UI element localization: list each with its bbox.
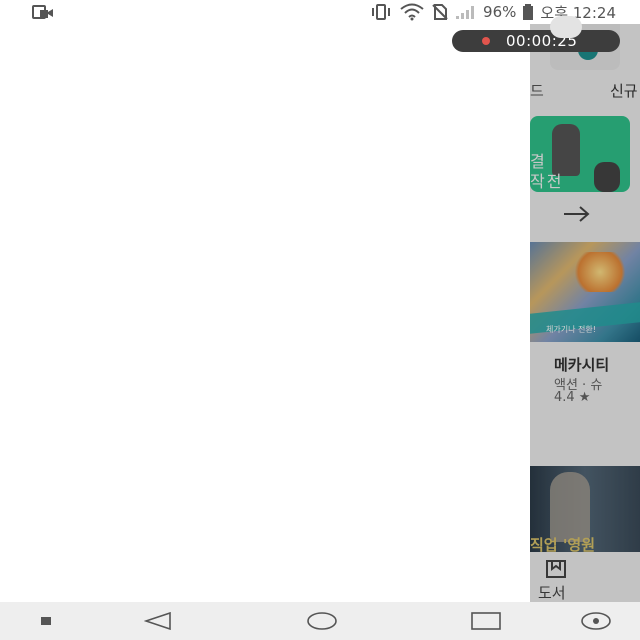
character-image — [550, 472, 590, 542]
arrow-right-icon[interactable] — [562, 204, 592, 224]
nav-home-button[interactable] — [302, 602, 342, 640]
nav-back-icon — [144, 612, 171, 630]
promo-card-text: 직업 '영원 — [530, 536, 596, 552]
recorder-drag-handle[interactable] — [550, 16, 582, 38]
game-banner[interactable]: 체가기나 전환! — [530, 242, 640, 342]
featured-card-text-2: 작전 — [530, 172, 564, 191]
nav-dot-icon — [581, 612, 611, 630]
person-image — [594, 162, 620, 192]
nav-extra-button[interactable] — [576, 602, 616, 640]
nav-square-button[interactable] — [34, 602, 58, 640]
system-navigation-bar — [0, 602, 640, 640]
vibrate-icon — [372, 4, 391, 20]
book-icon — [546, 560, 566, 578]
bottom-tab-books[interactable]: 도서 — [530, 554, 590, 602]
nav-recents-button[interactable] — [466, 602, 506, 640]
banner-artwork — [570, 252, 630, 292]
nav-recents-icon — [471, 612, 501, 630]
signal-icon — [456, 6, 475, 19]
screen-record-icon — [32, 5, 53, 19]
navigation-drawer[interactable] — [0, 24, 530, 602]
game-rating: 4.4 ★ — [554, 390, 591, 405]
battery-percent: 96% — [483, 3, 517, 21]
featured-card[interactable]: 결 작전 — [530, 116, 630, 192]
bottom-tab-label: 도서 — [538, 584, 566, 602]
tab-partial[interactable]: 드 — [530, 80, 544, 101]
wifi-icon — [400, 3, 424, 21]
promo-card[interactable]: 직업 '영원 — [530, 466, 640, 552]
recording-timer-pill[interactable]: 00:00:25 — [452, 30, 620, 52]
background-app: 드 신규 결 작전 체가기나 전환! 메카시티 액션 · 슈 4.4 ★ 직업 … — [530, 24, 640, 602]
battery-icon — [523, 4, 534, 20]
status-bar: 96% 오후 12:24 — [0, 0, 640, 24]
nav-square-icon — [41, 617, 51, 625]
game-title[interactable]: 메카시티 — [554, 354, 609, 375]
category-tabs: 드 신규 — [530, 80, 640, 102]
recording-dot-icon — [482, 37, 490, 45]
no-sim-icon — [432, 4, 448, 20]
tab-new[interactable]: 신규 — [610, 80, 638, 101]
nav-back-button[interactable] — [140, 602, 176, 640]
nav-home-icon — [307, 612, 337, 630]
banner-subtitle: 체가기나 전환! — [546, 325, 596, 334]
